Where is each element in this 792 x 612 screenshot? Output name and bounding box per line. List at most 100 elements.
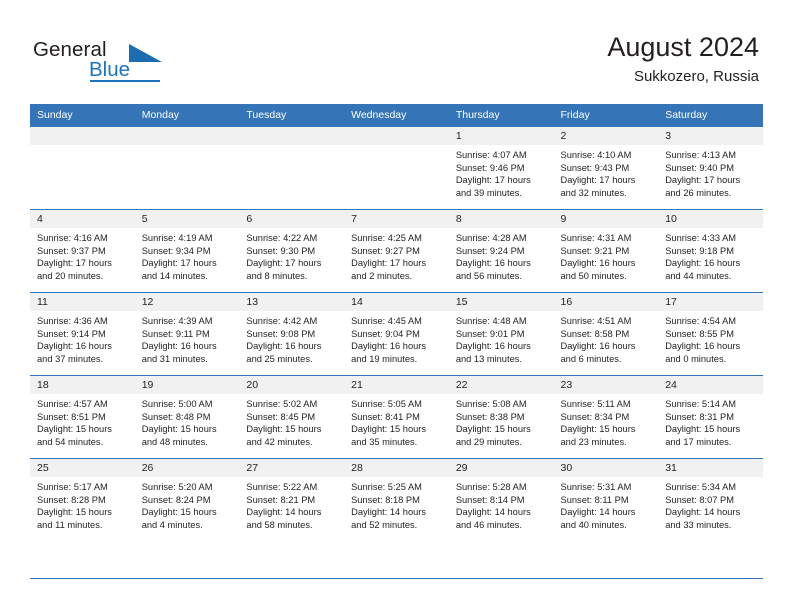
calendar-day-cell[interactable]: 9 Sunrise: 4:31 AM Sunset: 9:21 PM Daylig… — [553, 209, 659, 293]
day-number: 24 — [658, 376, 763, 394]
calendar-day-cell[interactable]: 3 Sunrise: 4:13 AM Sunset: 9:40 PM Daylig… — [658, 126, 763, 210]
calendar-day-cell[interactable]: 24 Sunrise: 5:14 AM Sunset: 8:31 PM Dayli… — [658, 375, 763, 459]
sun-times-info — [135, 145, 240, 149]
sun-times-info: Sunrise: 4:25 AM Sunset: 9:27 PM Dayligh… — [351, 233, 427, 281]
day-number: 31 — [658, 459, 763, 477]
sun-times-info: Sunrise: 5:28 AM Sunset: 8:14 PM Dayligh… — [455, 482, 531, 530]
day-number: 20 — [239, 376, 345, 394]
calendar-day-cell[interactable]: 13 Sunrise: 4:42 AM Sunset: 9:08 PM Dayli… — [239, 292, 345, 376]
weekday-header-saturday: Saturday — [658, 104, 763, 127]
calendar-day-cell[interactable]: 21 Sunrise: 5:05 AM Sunset: 8:41 PM Dayli… — [344, 375, 449, 459]
sun-times-info: Sunrise: 5:20 AM Sunset: 8:24 PM Dayligh… — [141, 482, 217, 530]
day-number: 28 — [344, 459, 449, 477]
title-block: August 2024 Sukkozero, Russia — [607, 30, 759, 88]
calendar-day-cell[interactable]: 29 Sunrise: 5:28 AM Sunset: 8:14 PM Dayli… — [448, 458, 554, 541]
calendar-body: 1 Sunrise: 4:07 AM Sunset: 9:46 PM Daylig… — [30, 126, 763, 541]
day-number — [344, 127, 449, 145]
calendar-day-cell[interactable]: 7 Sunrise: 4:25 AM Sunset: 9:27 PM Daylig… — [344, 209, 449, 293]
calendar-day-cell-empty — [134, 126, 240, 210]
day-number: 5 — [134, 210, 240, 228]
calendar-day-cell[interactable]: 28 Sunrise: 5:25 AM Sunset: 8:18 PM Dayli… — [344, 458, 449, 541]
day-number: 30 — [553, 459, 659, 477]
calendar-day-cell[interactable]: 31 Sunrise: 5:34 AM Sunset: 8:07 PM Dayli… — [658, 458, 763, 541]
sun-times-info — [239, 145, 344, 149]
calendar-day-cell[interactable]: 12 Sunrise: 4:39 AM Sunset: 9:11 PM Dayli… — [134, 292, 240, 376]
calendar-day-cell[interactable]: 4 Sunrise: 4:16 AM Sunset: 9:37 PM Daylig… — [30, 209, 135, 293]
weekday-header-monday: Monday — [134, 104, 240, 127]
sun-times-info: Sunrise: 5:25 AM Sunset: 8:18 PM Dayligh… — [351, 482, 427, 530]
calendar-day-cell[interactable]: 16 Sunrise: 4:51 AM Sunset: 8:58 PM Dayli… — [553, 292, 659, 376]
calendar-day-cell[interactable]: 10 Sunrise: 4:33 AM Sunset: 9:18 PM Dayli… — [658, 209, 763, 293]
calendar-day-cell-empty — [30, 126, 135, 210]
calendar-week-row: 11 Sunrise: 4:36 AM Sunset: 9:14 PM Dayli… — [30, 292, 763, 376]
calendar-day-cell[interactable]: 18 Sunrise: 4:57 AM Sunset: 8:51 PM Dayli… — [30, 375, 135, 459]
calendar-day-cell[interactable]: 27 Sunrise: 5:22 AM Sunset: 8:21 PM Dayli… — [239, 458, 345, 541]
sun-times-info: Sunrise: 4:07 AM Sunset: 9:46 PM Dayligh… — [455, 150, 531, 198]
brand-underline-divider — [90, 80, 160, 82]
page-title: August 2024 — [607, 32, 759, 62]
sun-times-info: Sunrise: 4:39 AM Sunset: 9:11 PM Dayligh… — [141, 316, 217, 364]
sun-times-info: Sunrise: 5:00 AM Sunset: 8:48 PM Dayligh… — [141, 399, 217, 447]
weekday-header-thursday: Thursday — [448, 104, 554, 127]
calendar-day-cell[interactable]: 2 Sunrise: 4:10 AM Sunset: 9:43 PM Daylig… — [553, 126, 659, 210]
day-number: 1 — [448, 127, 554, 145]
calendar-container: Sunday Monday Tuesday Wednesday Thursday Frid… — [30, 104, 763, 541]
brand-logo[interactable]: General Blue — [33, 38, 213, 84]
day-number: 13 — [239, 293, 345, 311]
calendar-day-cell[interactable]: 23 Sunrise: 5:11 AM Sunset: 8:34 PM Dayli… — [553, 375, 659, 459]
weekday-header-sunday: Sunday — [30, 104, 135, 127]
calendar-day-cell[interactable]: 14 Sunrise: 4:45 AM Sunset: 9:04 PM Dayli… — [344, 292, 449, 376]
calendar-week-row: 25 Sunrise: 5:17 AM Sunset: 8:28 PM Dayli… — [30, 458, 763, 541]
day-number: 14 — [344, 293, 449, 311]
sun-times-info — [344, 145, 449, 149]
calendar-day-cell[interactable]: 1 Sunrise: 4:07 AM Sunset: 9:46 PM Daylig… — [448, 126, 554, 210]
day-number: 27 — [239, 459, 345, 477]
sun-times-info: Sunrise: 5:22 AM Sunset: 8:21 PM Dayligh… — [246, 482, 322, 530]
sun-times-info: Sunrise: 4:16 AM Sunset: 9:37 PM Dayligh… — [37, 233, 112, 281]
sun-times-info: Sunrise: 5:08 AM Sunset: 8:38 PM Dayligh… — [455, 399, 531, 447]
calendar-page: General Blue August 2024 Sukkozero, Russ… — [0, 0, 792, 612]
day-number: 17 — [658, 293, 763, 311]
day-number: 21 — [344, 376, 449, 394]
calendar-day-cell[interactable]: 22 Sunrise: 5:08 AM Sunset: 8:38 PM Dayli… — [448, 375, 554, 459]
calendar-week-row: 1 Sunrise: 4:07 AM Sunset: 9:46 PM Daylig… — [30, 126, 763, 210]
day-number: 29 — [448, 459, 554, 477]
sun-times-info: Sunrise: 4:33 AM Sunset: 9:18 PM Dayligh… — [665, 233, 741, 281]
calendar-day-cell[interactable]: 11 Sunrise: 4:36 AM Sunset: 9:14 PM Dayli… — [30, 292, 135, 376]
day-number: 25 — [30, 459, 135, 477]
calendar-day-cell[interactable]: 26 Sunrise: 5:20 AM Sunset: 8:24 PM Dayli… — [134, 458, 240, 541]
sun-times-info: Sunrise: 5:14 AM Sunset: 8:31 PM Dayligh… — [665, 399, 741, 447]
weekday-header-friday: Friday — [553, 104, 659, 127]
calendar-day-cell[interactable]: 15 Sunrise: 4:48 AM Sunset: 9:01 PM Dayli… — [448, 292, 554, 376]
calendar-day-cell[interactable]: 30 Sunrise: 5:31 AM Sunset: 8:11 PM Dayli… — [553, 458, 659, 541]
sun-times-info: Sunrise: 5:05 AM Sunset: 8:41 PM Dayligh… — [351, 399, 427, 447]
calendar-day-cell[interactable]: 25 Sunrise: 5:17 AM Sunset: 8:28 PM Dayli… — [30, 458, 135, 541]
sun-times-info: Sunrise: 4:22 AM Sunset: 9:30 PM Dayligh… — [246, 233, 322, 281]
calendar-day-cell[interactable]: 17 Sunrise: 4:54 AM Sunset: 8:55 PM Dayli… — [658, 292, 763, 376]
day-number: 19 — [134, 376, 240, 394]
calendar-bottom-border — [30, 578, 763, 579]
sun-times-info: Sunrise: 4:51 AM Sunset: 8:58 PM Dayligh… — [560, 316, 636, 364]
weekday-header-wednesday: Wednesday — [344, 104, 449, 127]
day-number: 9 — [553, 210, 659, 228]
day-number — [239, 127, 345, 145]
calendar-day-cell[interactable]: 6 Sunrise: 4:22 AM Sunset: 9:30 PM Daylig… — [239, 209, 345, 293]
sun-times-info — [30, 145, 135, 149]
sun-times-info: Sunrise: 5:31 AM Sunset: 8:11 PM Dayligh… — [560, 482, 636, 530]
sun-times-info: Sunrise: 4:42 AM Sunset: 9:08 PM Dayligh… — [246, 316, 322, 364]
calendar-day-cell[interactable]: 5 Sunrise: 4:19 AM Sunset: 9:34 PM Daylig… — [134, 209, 240, 293]
calendar-day-cell[interactable]: 8 Sunrise: 4:28 AM Sunset: 9:24 PM Daylig… — [448, 209, 554, 293]
day-number: 6 — [239, 210, 345, 228]
day-number: 18 — [30, 376, 135, 394]
day-number: 3 — [658, 127, 763, 145]
day-number — [30, 127, 135, 145]
calendar-day-cell[interactable]: 20 Sunrise: 5:02 AM Sunset: 8:45 PM Dayli… — [239, 375, 345, 459]
sun-times-info: Sunrise: 5:11 AM Sunset: 8:34 PM Dayligh… — [560, 399, 636, 447]
day-number: 26 — [134, 459, 240, 477]
day-number: 4 — [30, 210, 135, 228]
day-number: 2 — [553, 127, 659, 145]
calendar-day-cell[interactable]: 19 Sunrise: 5:00 AM Sunset: 8:48 PM Dayli… — [134, 375, 240, 459]
calendar-week-row: 4 Sunrise: 4:16 AM Sunset: 9:37 PM Daylig… — [30, 209, 763, 293]
calendar-day-cell-empty — [344, 126, 449, 210]
sun-times-info: Sunrise: 4:10 AM Sunset: 9:43 PM Dayligh… — [560, 150, 636, 198]
